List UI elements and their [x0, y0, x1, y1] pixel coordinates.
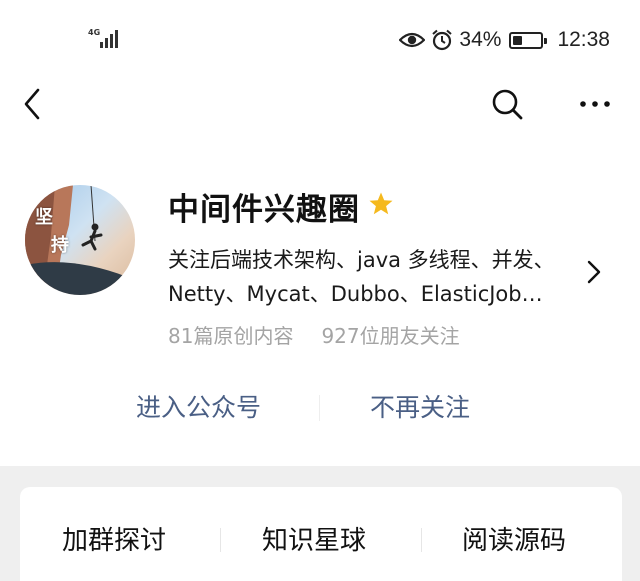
alarm-icon	[432, 29, 453, 51]
star-icon	[369, 192, 393, 215]
menu-divider	[421, 528, 422, 552]
signal-icon: 4G	[88, 28, 124, 50]
action-divider	[319, 395, 320, 421]
eye-icon	[399, 32, 426, 48]
article-count: 81篇原创内容	[168, 324, 294, 348]
battery-percent: 34%	[459, 28, 502, 51]
account-name: 中间件兴趣圈	[168, 192, 360, 228]
clock-time: 12:38	[557, 28, 610, 51]
chevron-right-icon[interactable]	[585, 258, 603, 286]
follower-count: 927位朋友关注	[321, 324, 460, 348]
status-bar: 4G 34% 12:38	[0, 0, 640, 80]
avatar-text-2: 持	[51, 235, 69, 256]
chevron-left-icon[interactable]	[18, 84, 48, 124]
more-dots-icon[interactable]	[578, 92, 612, 116]
search-icon[interactable]	[490, 87, 524, 121]
avatar[interactable]: 坚 持	[25, 185, 135, 295]
unfollow-button[interactable]: 不再关注	[370, 388, 470, 424]
account-stats: 81篇原创内容 927位朋友关注	[168, 320, 460, 349]
network-type: 4G	[88, 28, 101, 37]
enter-account-button[interactable]: 进入公众号	[136, 388, 261, 424]
menu-item-join-group[interactable]: 加群探讨	[62, 520, 166, 557]
menu-item-read-source[interactable]: 阅读源码	[462, 520, 566, 557]
battery-icon	[509, 31, 548, 49]
menu-item-knowledge-planet[interactable]: 知识星球	[262, 520, 366, 557]
avatar-text-1: 坚	[35, 207, 53, 228]
description-line-2: Netty、Mycat、Dubbo、ElasticJob…	[168, 282, 543, 306]
menu-divider	[220, 528, 221, 552]
battery-fill	[513, 35, 523, 45]
climber-image	[25, 185, 135, 295]
description-line-1: 关注后端技术架构、java 多线程、并发、	[168, 248, 555, 272]
